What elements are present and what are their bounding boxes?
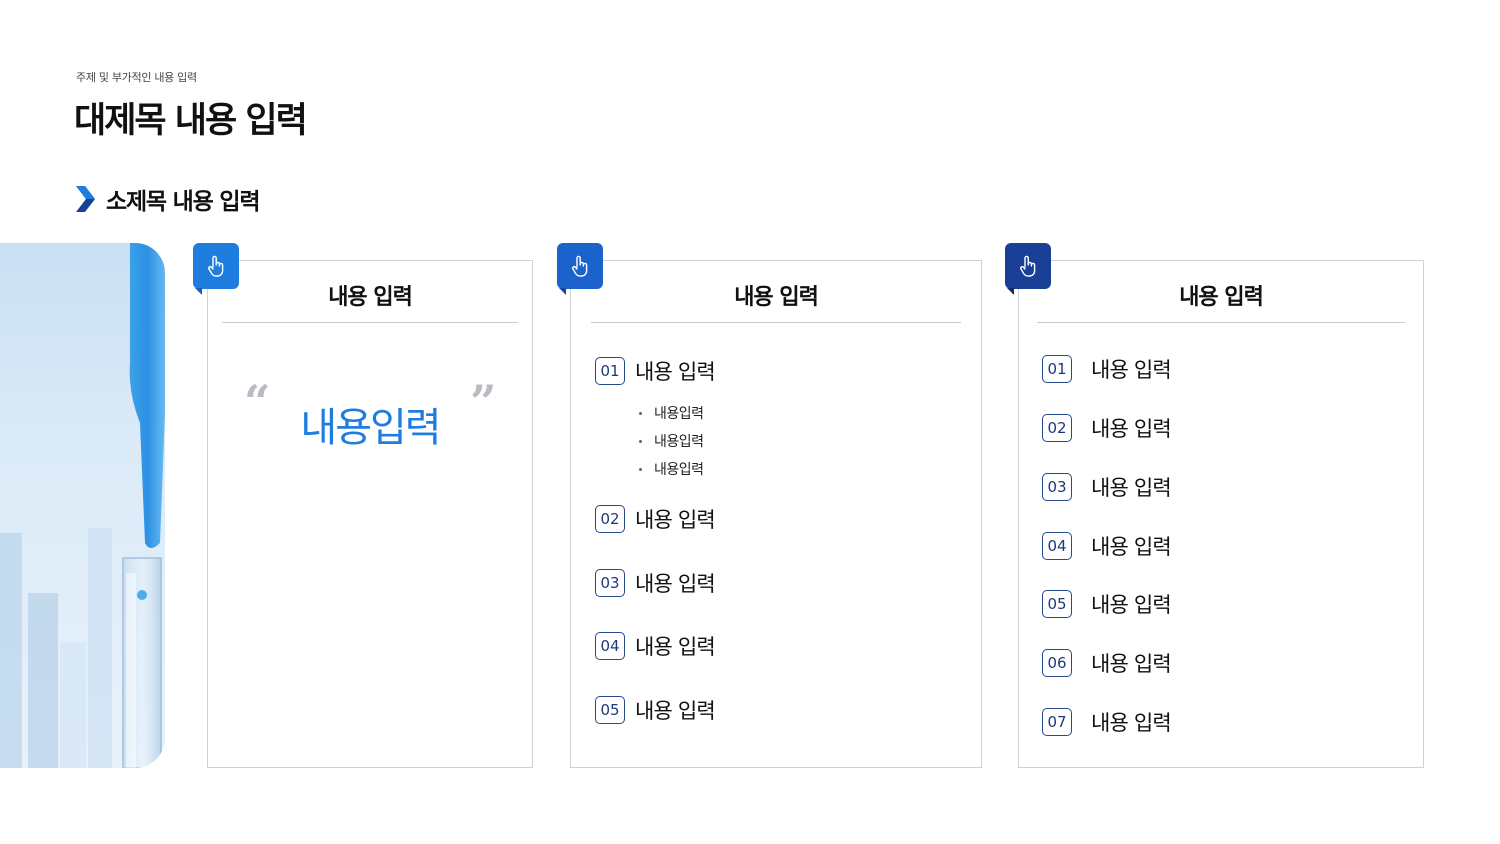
item-label: 내용 입력 (635, 508, 716, 532)
item-number: 04 (1042, 532, 1072, 560)
item-number: 06 (1042, 649, 1072, 677)
list-item: 07 내용 입력 (1042, 707, 1172, 737)
hand-pointer-icon (208, 255, 224, 277)
item-number: 03 (1042, 473, 1072, 501)
list-item: 03 내용 입력 (595, 568, 716, 598)
item-label: 내용 입력 (1091, 652, 1172, 676)
item-number: 05 (595, 696, 625, 724)
divider (1037, 322, 1405, 323)
item-number: 02 (1042, 414, 1072, 442)
page-title: 대제목 내용 입력 (74, 101, 308, 141)
item-number: 01 (1042, 355, 1072, 383)
card-badge (193, 243, 239, 295)
section-title: 소제목 내용 입력 (106, 189, 261, 215)
item-label: 내용 입력 (635, 635, 716, 659)
item-number: 01 (595, 357, 625, 385)
item-label: 내용 입력 (635, 572, 716, 596)
card-list-with-subitems: 내용 입력 01 내용 입력 내용입력 내용입력 내용입력 02 내용 입력 0… (570, 260, 982, 768)
card-title: 내용 입력 (1179, 285, 1264, 310)
list-item: 04 내용 입력 (1042, 531, 1172, 561)
list-item: 06 내용 입력 (1042, 648, 1172, 678)
item-label: 내용 입력 (1091, 476, 1172, 500)
hand-pointer-icon (572, 255, 588, 277)
header-subtitle: 주제 및 부가적인 내용 입력 (76, 71, 197, 84)
item-number: 04 (595, 632, 625, 660)
sub-item: 내용입력 (639, 427, 704, 455)
hand-pointer-icon (1020, 255, 1036, 277)
item-number: 05 (1042, 590, 1072, 618)
chevron-right-icon (76, 186, 95, 212)
item-number: 02 (595, 505, 625, 533)
section-heading: 소제목 내용 입력 (76, 184, 261, 215)
list-item: 05 내용 입력 (1042, 589, 1172, 619)
sub-item: 내용입력 (639, 455, 704, 483)
item-number: 03 (595, 569, 625, 597)
divider (222, 322, 518, 323)
item-label: 내용 입력 (1091, 593, 1172, 617)
item-label: 내용 입력 (635, 699, 716, 723)
item-label: 내용 입력 (635, 360, 716, 384)
lab-glassware-image (0, 243, 165, 768)
card-numbered-list: 내용 입력 01 내용 입력 02 내용 입력 03 내용 입력 04 내용 입… (1018, 260, 1424, 768)
list-item: 01 내용 입력 (595, 356, 716, 386)
card-badge (1005, 243, 1051, 295)
card-title: 내용 입력 (328, 285, 413, 310)
card-title: 내용 입력 (734, 285, 819, 310)
list-item: 04 내용 입력 (595, 631, 716, 661)
item-label: 내용 입력 (1091, 358, 1172, 382)
list-item: 03 내용 입력 (1042, 472, 1172, 502)
item-label: 내용 입력 (1091, 711, 1172, 735)
sub-item-list: 내용입력 내용입력 내용입력 (639, 399, 704, 483)
sub-item: 내용입력 (639, 399, 704, 427)
item-label: 내용 입력 (1091, 535, 1172, 559)
quote-close-mark: ” (470, 375, 497, 429)
list-item: 02 내용 입력 (595, 504, 716, 534)
item-label: 내용 입력 (1091, 417, 1172, 441)
list-item: 05 내용 입력 (595, 695, 716, 725)
item-number: 07 (1042, 708, 1072, 736)
card-badge (557, 243, 603, 295)
divider (591, 322, 961, 323)
list-item: 01 내용 입력 (1042, 354, 1172, 384)
card-quote: 내용 입력 “ 내용입력 ” (207, 260, 533, 768)
list-item: 02 내용 입력 (1042, 413, 1172, 443)
